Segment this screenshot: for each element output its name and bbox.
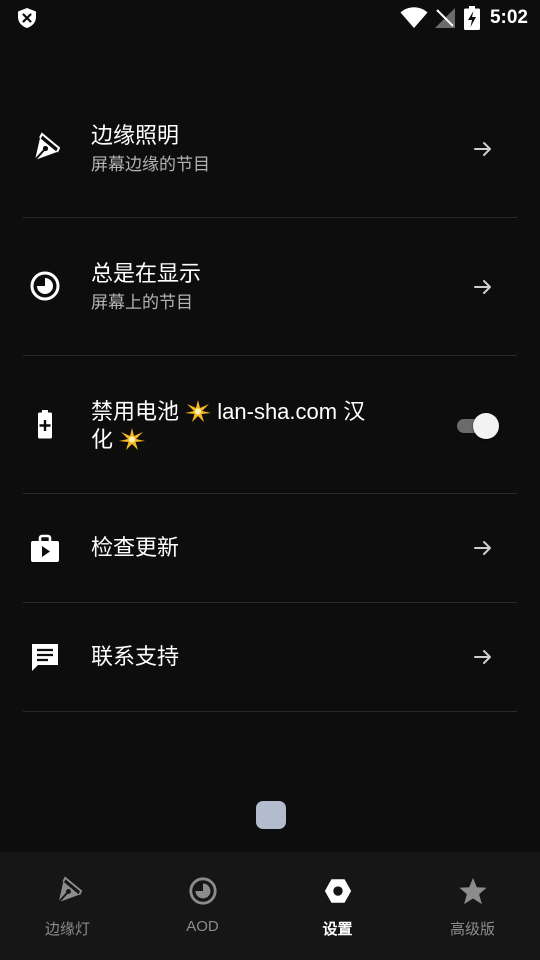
screen: 5:02 边缘照明 屏幕边缘的节目 总是在显示 屏幕上的节目 禁用电池 lan-… bbox=[0, 0, 540, 960]
sparkle-emoji-icon bbox=[185, 400, 212, 422]
nav-tab-aod[interactable]: AOD bbox=[135, 852, 270, 960]
title-part: lan-sha.com 汉 bbox=[217, 399, 366, 424]
row-title: 联系支持 bbox=[91, 644, 180, 669]
battery-toggle[interactable] bbox=[455, 413, 499, 439]
star-icon bbox=[458, 877, 487, 905]
clock-time: 5:02 bbox=[489, 7, 528, 28]
row-title: 总是在显示 bbox=[91, 261, 202, 286]
settings-list: 边缘照明 屏幕边缘的节目 总是在显示 屏幕上的节目 禁用电池 lan-sha.c… bbox=[23, 80, 517, 712]
settings-item-check-updates[interactable]: 检查更新 bbox=[23, 494, 517, 603]
arrow-right-icon bbox=[474, 650, 491, 664]
row-title: 边缘照明 bbox=[91, 123, 180, 148]
title-part: 禁用电池 bbox=[91, 399, 180, 424]
title-part: 化 bbox=[91, 427, 114, 452]
nav-label: 高级版 bbox=[449, 921, 495, 938]
battery-plus-icon bbox=[29, 408, 61, 440]
nav-label: AOD bbox=[186, 918, 219, 935]
row-text: 检查更新 bbox=[91, 534, 411, 562]
row-title: 检查更新 bbox=[91, 535, 180, 560]
nav-tab-premium[interactable]: 高级版 bbox=[405, 852, 540, 960]
row-text: 禁用电池 lan-sha.com 汉 化 bbox=[91, 398, 391, 454]
row-text: 边缘照明 屏幕边缘的节目 bbox=[91, 122, 411, 177]
row-title: 禁用电池 lan-sha.com 汉 化 bbox=[91, 398, 391, 454]
nav-tab-edge-light[interactable]: 边缘灯 bbox=[0, 852, 135, 960]
gear-hex-icon bbox=[324, 879, 351, 903]
row-subtitle: 屏幕边缘的节目 bbox=[91, 155, 210, 174]
arrow-right-icon bbox=[474, 280, 491, 294]
settings-item-always-on-display[interactable]: 总是在显示 屏幕上的节目 bbox=[23, 218, 517, 356]
settings-item-disable-battery[interactable]: 禁用电池 lan-sha.com 汉 化 bbox=[23, 356, 517, 494]
nav-label: 边缘灯 bbox=[44, 921, 90, 938]
nav-label: 设置 bbox=[322, 921, 353, 938]
pen-nib-icon bbox=[29, 132, 61, 164]
shield-blocked-icon bbox=[18, 8, 36, 28]
sparkle-emoji-icon bbox=[119, 428, 146, 450]
row-subtitle: 屏幕上的节目 bbox=[91, 293, 193, 312]
arrow-right-icon bbox=[474, 541, 491, 555]
settings-item-edge-lighting[interactable]: 边缘照明 屏幕边缘的节目 bbox=[23, 80, 517, 218]
pen-nib-icon bbox=[57, 876, 82, 903]
status-icons: 5:02 bbox=[400, 0, 528, 36]
toggle-thumb bbox=[473, 413, 499, 439]
bottom-navigation: 边缘灯 AOD 设置 高级版 bbox=[0, 852, 540, 960]
no-signal-icon bbox=[434, 8, 455, 28]
row-text: 总是在显示 屏幕上的节目 bbox=[91, 260, 411, 315]
arrow-right-icon bbox=[474, 142, 491, 156]
nav-tab-settings[interactable]: 设置 bbox=[270, 852, 405, 960]
wifi-icon bbox=[400, 7, 428, 28]
chat-bubble-icon bbox=[29, 641, 61, 673]
settings-item-contact-support[interactable]: 联系支持 bbox=[23, 603, 517, 712]
clock-icon bbox=[29, 270, 61, 302]
store-play-icon bbox=[29, 532, 61, 564]
clock-icon bbox=[188, 877, 217, 905]
row-text: 联系支持 bbox=[91, 643, 411, 671]
battery-charging-icon bbox=[463, 6, 480, 30]
floating-handle[interactable] bbox=[256, 801, 286, 829]
status-bar: 5:02 bbox=[0, 0, 540, 36]
